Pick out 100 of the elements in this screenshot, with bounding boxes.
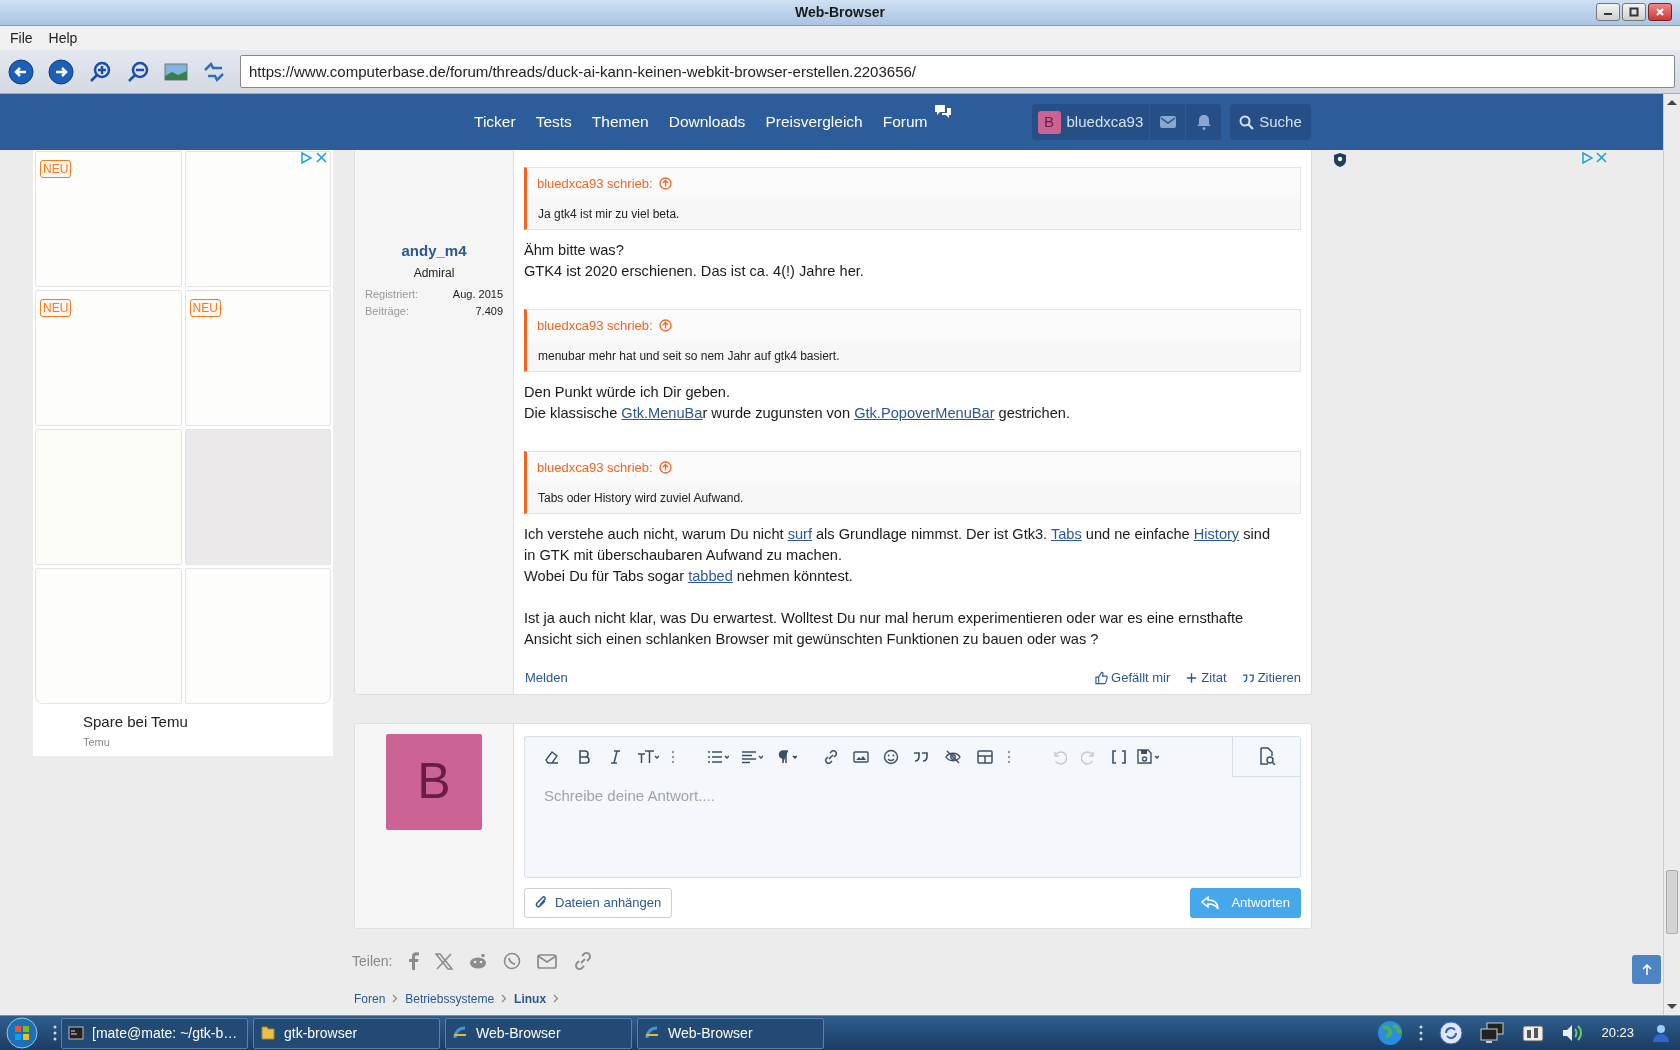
- ad-tile[interactable]: [35, 568, 182, 704]
- inline-link[interactable]: surf: [787, 526, 812, 542]
- save-icon[interactable]: [1137, 748, 1159, 765]
- quote-text: menubar mehr hat und seit so nem Jahr auf gtk4 basiert.: [537, 348, 841, 365]
- ad-choices-icon[interactable]: [1581, 152, 1593, 164]
- post-paragraph: Ähm bitte was? GTK4 ist 2020 erschienen. Das ist ca. 4(!) Jahre her.: [524, 241, 865, 281]
- chat-icon: [933, 104, 952, 120]
- eye-off-icon[interactable]: [945, 748, 963, 765]
- image-icon[interactable]: [853, 748, 869, 765]
- image-icon[interactable]: [164, 61, 188, 82]
- text-editor[interactable]: Schreibe deine Antwort....: [524, 735, 1301, 878]
- author-name[interactable]: andy_m4: [401, 240, 467, 263]
- post-paragraph: Den Punkt würde ich Dir geben. Die klassische Gtk.MenuBar wurde zugunsten von Gtk.PopoverMenuBar gestrichen.: [524, 383, 1071, 423]
- folder-icon: [260, 1025, 276, 1041]
- window-title: Web-Browser: [795, 3, 885, 22]
- forward-icon[interactable]: [48, 58, 74, 85]
- stat-value: 7.409: [475, 303, 503, 319]
- mail-icon[interactable]: [537, 953, 558, 969]
- search-button[interactable]: Suche: [1230, 104, 1311, 140]
- reply-input[interactable]: Schreibe deine Antwort....: [525, 776, 1300, 877]
- inline-link[interactable]: Tabs: [1050, 526, 1082, 542]
- arrow-up-icon[interactable]: [658, 319, 672, 332]
- zoom-in-icon[interactable]: [88, 59, 112, 84]
- reply-icon: [1201, 895, 1220, 910]
- align-icon[interactable]: [741, 748, 763, 765]
- ad-title[interactable]: Spare bei Temu: [83, 711, 333, 734]
- nav-link[interactable]: Downloads: [668, 110, 746, 134]
- paperclip-icon: [535, 895, 548, 910]
- chevron-icon: [553, 994, 560, 1003]
- bell-icon: [1196, 114, 1211, 130]
- ad-tile[interactable]: [184, 151, 331, 287]
- menu-item[interactable]: File: [4, 27, 39, 49]
- inline-link[interactable]: History: [1193, 526, 1240, 542]
- inline-link[interactable]: Gtk.MenuBa: [621, 405, 703, 421]
- list-icon[interactable]: [707, 748, 729, 765]
- address-field[interactable]: https://www.computerbase.de/forum/threads/duck-ai-kann-keinen-webkit-browser-erstellen.2203656/: [240, 55, 1675, 88]
- scroll-to-top-button[interactable]: [1632, 955, 1661, 984]
- maximize-button[interactable]: [1622, 3, 1646, 21]
- link-icon[interactable]: [823, 748, 839, 765]
- clock[interactable]: 20:23: [1601, 1023, 1634, 1043]
- scrollbar-thumb[interactable]: [1666, 870, 1678, 934]
- share-label: Teilen:: [352, 951, 393, 971]
- reddit-icon[interactable]: [469, 953, 488, 969]
- nav-link[interactable]: Preisvergleich: [765, 110, 863, 134]
- menu-item[interactable]: Help: [42, 27, 84, 49]
- eraser-icon[interactable]: [543, 748, 559, 765]
- close-icon[interactable]: [316, 152, 327, 163]
- nav-link[interactable]: Ticker: [474, 110, 516, 134]
- close-icon[interactable]: [1596, 152, 1607, 163]
- arrow-up-icon[interactable]: [658, 461, 672, 474]
- facebook-icon[interactable]: [408, 952, 420, 970]
- inline-link[interactable]: Gtk.PopoverMenuBar: [854, 405, 995, 421]
- plus-icon: [1185, 670, 1199, 685]
- x-icon[interactable]: [435, 952, 454, 970]
- ad-tile[interactable]: [184, 568, 331, 704]
- back-icon[interactable]: [8, 58, 34, 85]
- globe-icon[interactable]: [1377, 1020, 1404, 1046]
- arrow-up-icon[interactable]: [658, 177, 672, 190]
- taskbar-button[interactable]: Web-Browser: [637, 1017, 824, 1049]
- table-icon[interactable]: [977, 748, 993, 765]
- user-icon[interactable]: [1650, 1022, 1672, 1044]
- taskbar-button[interactable]: Web-Browser: [445, 1017, 632, 1049]
- terminal-icon: [68, 1025, 84, 1041]
- breadcrumb-link[interactable]: Foren: [354, 989, 386, 1008]
- refresh-icon[interactable]: [202, 59, 226, 84]
- brackets-icon[interactable]: [1111, 748, 1127, 765]
- attach-files-button[interactable]: Dateien anhängen: [524, 887, 673, 918]
- scrollbar[interactable]: [1663, 94, 1680, 1015]
- user-title: Admiral: [413, 264, 455, 282]
- post-action-link[interactable]: Gefällt mir: [1095, 668, 1171, 688]
- ad-tile[interactable]: [184, 429, 331, 565]
- maximize-icon: [1629, 7, 1639, 17]
- taskbar-button[interactable]: [mate@mate: ~/gtk-b…: [61, 1017, 248, 1049]
- zoom-out-icon[interactable]: [126, 59, 150, 84]
- close-button[interactable]: [1648, 3, 1672, 21]
- post-action-link[interactable]: Zitieren: [1241, 668, 1301, 688]
- ad-choices-icon[interactable]: [300, 152, 312, 164]
- mail-icon: [1159, 116, 1176, 128]
- update-icon[interactable]: [1439, 1021, 1464, 1045]
- thumbs-up-icon: [1095, 670, 1109, 685]
- smiley-icon[interactable]: [883, 748, 899, 765]
- arrow-up-icon: [1641, 963, 1652, 976]
- nav-link[interactable]: Tests: [535, 110, 572, 134]
- nav-link[interactable]: Themen: [591, 110, 649, 134]
- ad-tile[interactable]: [35, 429, 182, 565]
- inline-link[interactable]: tabbed: [688, 568, 733, 584]
- minimize-button[interactable]: [1596, 3, 1620, 21]
- breadcrumb-link[interactable]: Betriebssysteme: [405, 989, 495, 1008]
- chevron-icon: [392, 994, 399, 1003]
- network-icon[interactable]: [1479, 1022, 1506, 1044]
- breadcrumb-link[interactable]: Linux: [514, 989, 547, 1008]
- taskbar-button[interactable]: gtk-browser: [253, 1017, 440, 1049]
- post-action-link[interactable]: Zitat: [1185, 668, 1227, 688]
- post-paragraph: Ist ja auch nicht klar, was Du erwartest. Wolltest Du nur mal herum experimentieren oder war es eine ernsthafte Ansicht sich einen schlanken Browser mit gewünschten Funktionen zu bauen oder was ?: [524, 609, 1245, 649]
- preview-button[interactable]: [1232, 736, 1300, 777]
- whatsapp-icon[interactable]: [503, 952, 522, 970]
- text-size-icon[interactable]: [637, 748, 659, 765]
- quote-text: Tabs oder History wird zuviel Aufwand.: [537, 490, 745, 507]
- report-link[interactable]: Melden: [525, 668, 568, 688]
- nav-link[interactable]: Forum: [882, 110, 930, 134]
